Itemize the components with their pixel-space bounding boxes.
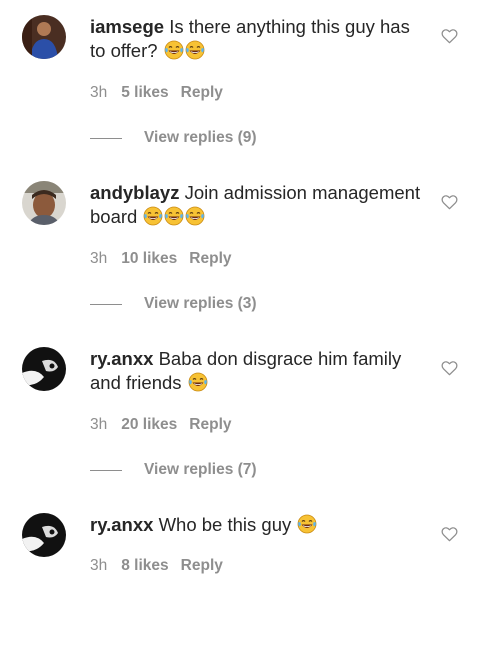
comment-time: 3h bbox=[90, 250, 108, 267]
comment-text: ry.anxx Baba don disgrace him family and… bbox=[90, 347, 425, 395]
comment-meta: 3h 20 likes Reply bbox=[90, 416, 232, 434]
face-with-tears-of-joy-icon bbox=[144, 206, 163, 226]
likes-count[interactable]: 5 likes bbox=[121, 84, 168, 101]
reply-button[interactable]: Reply bbox=[181, 557, 223, 574]
avatar-image bbox=[22, 513, 66, 557]
comment-meta: 3h 10 likes Reply bbox=[90, 250, 232, 268]
likes-count[interactable]: 8 likes bbox=[121, 557, 168, 574]
avatar-image bbox=[22, 15, 66, 59]
avatar[interactable] bbox=[22, 15, 66, 59]
divider-line bbox=[90, 469, 122, 471]
avatar[interactable] bbox=[22, 347, 66, 391]
heart-outline-icon[interactable] bbox=[441, 194, 458, 210]
comment-time: 3h bbox=[90, 84, 108, 101]
face-with-tears-of-joy-icon bbox=[297, 514, 317, 534]
view-replies-label[interactable]: View replies (9) bbox=[144, 129, 257, 147]
comment-username[interactable]: ry.anxx bbox=[90, 348, 153, 369]
comment-text: iamsege Is there anything this guy has t… bbox=[90, 15, 425, 63]
view-replies-label[interactable]: View replies (3) bbox=[144, 295, 257, 313]
comment-body: Who be this guy bbox=[158, 514, 292, 535]
emoji-group bbox=[182, 372, 208, 393]
face-with-tears-of-joy-icon bbox=[165, 206, 184, 226]
emoji-group bbox=[291, 514, 317, 535]
likes-count[interactable]: 10 likes bbox=[121, 250, 177, 267]
face-with-tears-of-joy-icon bbox=[185, 40, 205, 60]
view-replies[interactable]: View replies (7) bbox=[90, 461, 257, 479]
likes-count[interactable]: 20 likes bbox=[121, 416, 177, 433]
emoji-group bbox=[158, 40, 205, 61]
comment-meta: 3h 5 likes Reply bbox=[90, 84, 223, 102]
avatar[interactable] bbox=[22, 181, 66, 225]
comment-time: 3h bbox=[90, 557, 108, 574]
heart-outline-icon[interactable] bbox=[441, 526, 458, 542]
comment-text: andyblayz Join admission management boar… bbox=[90, 181, 425, 229]
heart-outline-icon[interactable] bbox=[441, 360, 458, 376]
reply-button[interactable]: Reply bbox=[189, 250, 231, 267]
avatar-image bbox=[22, 347, 66, 391]
divider-line bbox=[90, 137, 122, 139]
face-with-tears-of-joy-icon bbox=[186, 206, 205, 226]
divider-line bbox=[90, 303, 122, 305]
comment-meta: 3h 8 likes Reply bbox=[90, 557, 223, 575]
face-with-tears-of-joy-icon bbox=[188, 372, 208, 392]
comment-text: ry.anxx Who be this guy bbox=[90, 513, 425, 537]
view-replies[interactable]: View replies (9) bbox=[90, 129, 257, 147]
comment-username[interactable]: ry.anxx bbox=[90, 514, 153, 535]
heart-outline-icon[interactable] bbox=[441, 28, 458, 44]
comment-time: 3h bbox=[90, 416, 108, 433]
view-replies[interactable]: View replies (3) bbox=[90, 295, 257, 313]
avatar[interactable] bbox=[22, 513, 66, 557]
face-with-tears-of-joy-icon bbox=[164, 40, 184, 60]
avatar-image bbox=[22, 181, 66, 225]
reply-button[interactable]: Reply bbox=[189, 416, 231, 433]
comment-username[interactable]: andyblayz bbox=[90, 182, 179, 203]
emoji-group bbox=[137, 206, 205, 227]
comment-username[interactable]: iamsege bbox=[90, 16, 164, 37]
view-replies-label[interactable]: View replies (7) bbox=[144, 461, 257, 479]
reply-button[interactable]: Reply bbox=[181, 84, 223, 101]
